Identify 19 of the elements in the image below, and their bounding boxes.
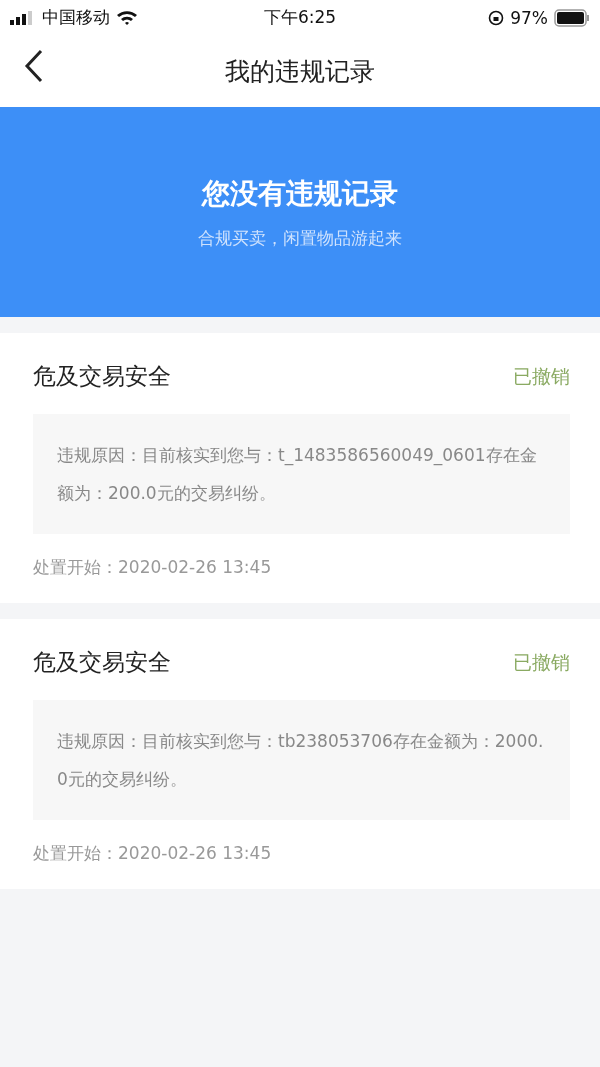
battery-icon bbox=[554, 8, 590, 27]
rotation-lock-icon bbox=[488, 9, 505, 26]
back-icon bbox=[24, 49, 44, 83]
violation-reason: 违规原因：目前核实到您与：t_1483586560049_0601存在金额为：200.0元的交易纠纷。 bbox=[33, 414, 570, 534]
banner-title: 您没有违规记录 bbox=[202, 175, 398, 212]
start-time: 处置开始：2020-02-26 13:45 bbox=[33, 556, 273, 579]
clock: 下午6:25 bbox=[263, 6, 337, 29]
battery-percent: 97% bbox=[510, 7, 548, 28]
back-button[interactable] bbox=[24, 49, 44, 83]
banner-subtitle: 合规买卖，闲置物品游起来 bbox=[198, 226, 402, 250]
record-status: 已撤销 bbox=[513, 649, 570, 675]
start-time: 处置开始：2020-02-26 13:45 bbox=[33, 842, 273, 865]
page-title: 我的违规记录 bbox=[225, 55, 375, 88]
record-status: 已撤销 bbox=[513, 363, 570, 389]
record-title: 危及交易安全 bbox=[33, 362, 171, 391]
record-title: 危及交易安全 bbox=[33, 648, 171, 677]
violation-reason: 违规原因：目前核实到您与：tb238053706存在金额为：2000.0元的交易纠纷。 bbox=[33, 700, 570, 820]
carrier-name: 中国移动 bbox=[42, 6, 110, 29]
wifi-icon bbox=[116, 9, 138, 26]
